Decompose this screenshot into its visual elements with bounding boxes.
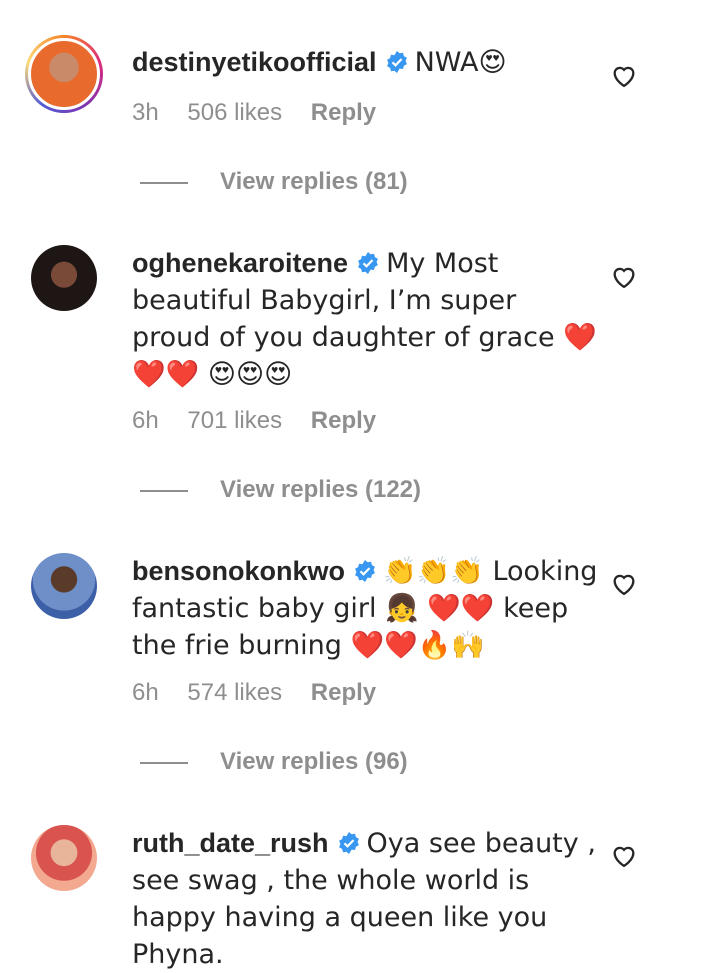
comment-text: destinyetikoofficial NWA😍: [132, 44, 602, 81]
avatar-destinyetikoofficial[interactable]: [25, 35, 103, 113]
avatar-ruth_date_rush[interactable]: [31, 825, 97, 891]
comment-time: 6h: [132, 679, 159, 706]
comment-text: bensonokonkwo 👏👏👏 Looking fantastic baby …: [132, 553, 602, 664]
heart-outline-icon[interactable]: [610, 263, 638, 291]
view-replies-label: View replies (81): [220, 168, 408, 195]
heart-outline-icon[interactable]: [610, 62, 638, 90]
divider-line: [140, 489, 188, 492]
view-replies-label: View replies (96): [220, 748, 408, 775]
username[interactable]: ruth_date_rush: [132, 828, 329, 858]
verified-badge-icon: [338, 832, 359, 854]
likes-count[interactable]: 574 likes: [187, 679, 282, 706]
reply-button[interactable]: Reply: [311, 407, 376, 434]
comment-meta: 6h 574 likes Reply: [132, 679, 398, 707]
verified-badge-icon: [386, 51, 407, 73]
view-replies-button[interactable]: View replies (96): [140, 748, 408, 776]
comment-time: 6h: [132, 407, 159, 434]
view-replies-button[interactable]: View replies (122): [140, 476, 421, 504]
comment-meta: 3h 506 likes Reply: [132, 99, 398, 127]
comment-time: 3h: [132, 99, 159, 126]
reply-button[interactable]: Reply: [311, 99, 376, 126]
divider-line: [140, 761, 188, 764]
comment-text: ruth_date_rush Oya see beauty , see swag …: [132, 825, 602, 973]
reply-button[interactable]: Reply: [311, 679, 376, 706]
username[interactable]: destinyetikoofficial: [132, 47, 377, 77]
verified-badge-icon: [358, 252, 378, 274]
heart-outline-icon[interactable]: [610, 570, 638, 598]
heart-outline-icon[interactable]: [610, 842, 638, 870]
divider-line: [140, 181, 188, 184]
verified-badge-icon: [355, 560, 375, 582]
likes-count[interactable]: 506 likes: [187, 99, 282, 126]
avatar-oghenekaroitene[interactable]: [31, 245, 97, 311]
view-replies-label: View replies (122): [220, 476, 421, 503]
comment-body: NWA😍: [414, 47, 507, 78]
view-replies-button[interactable]: View replies (81): [140, 168, 408, 196]
username[interactable]: bensonokonkwo: [132, 556, 345, 586]
comment-meta: 6h 701 likes Reply: [132, 407, 398, 435]
likes-count[interactable]: 701 likes: [187, 407, 282, 434]
comment-text: oghenekaroitene My Most beautiful Babygir…: [132, 245, 602, 393]
avatar-bensonokonkwo[interactable]: [31, 553, 97, 619]
username[interactable]: oghenekaroitene: [132, 248, 348, 278]
